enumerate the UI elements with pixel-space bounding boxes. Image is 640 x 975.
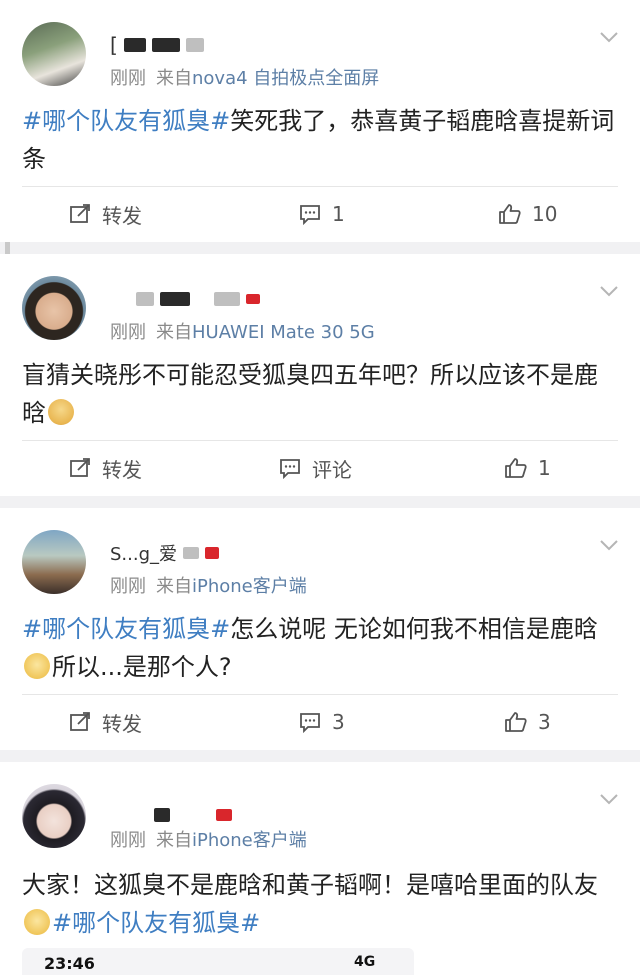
repost-label: 转发	[102, 457, 142, 482]
post-card: 刚刚 来自iPhone客户端 大家！这狐臭不是鹿晗和黄子韬啊！是嘻哈里面的队友 #哪…	[0, 762, 640, 975]
thumbs-up-icon	[499, 204, 521, 224]
repost-button[interactable]: 转发	[68, 440, 142, 496]
comment-count: 3	[332, 710, 345, 734]
post-card: S...g_爱 刚刚 来自iPhone客户端 #哪个队友有狐臭#怎么说呢 无论如何…	[0, 508, 640, 750]
post-text: #哪个队友有狐臭#怎么说呢 无论如何我不相信是鹿晗 所以...是那个人?	[22, 610, 616, 686]
like-button[interactable]: 10	[498, 186, 557, 242]
topic-link[interactable]: #哪个队友有狐臭#	[22, 107, 230, 135]
post-time: 刚刚	[110, 576, 146, 597]
like-button[interactable]: 3	[504, 694, 551, 750]
post-text: 大家！这狐臭不是鹿晗和黄子韬啊！是嘻哈里面的队友 #哪个队友有狐臭#	[22, 866, 616, 942]
thumbs-up-icon	[505, 712, 527, 732]
status-time: 23:46	[44, 954, 95, 973]
user-avatar[interactable]	[22, 784, 86, 848]
username-redacted[interactable]	[110, 288, 260, 310]
post-body: 盲猜关晓彤不可能忍受狐臭四五年吧？所以应该不是鹿晗	[22, 361, 598, 427]
username-partial[interactable]: S...g_爱	[110, 542, 220, 565]
comment-icon	[300, 713, 320, 734]
source-prefix: 来自	[156, 68, 192, 89]
comment-icon	[280, 459, 300, 480]
repost-button[interactable]: 转发	[68, 694, 142, 750]
topic-link[interactable]: #哪个队友有狐臭#	[22, 615, 230, 643]
status-network: 4G	[354, 954, 376, 970]
action-bar: 转发 3 3	[0, 694, 640, 750]
comment-label: 评论	[312, 457, 352, 482]
like-count: 3	[538, 710, 551, 734]
post-card: [ 刚刚 来自nova4 自拍极点全面屏 #哪个队友有狐臭#笑死我了，恭喜黄子韬鹿…	[0, 0, 640, 242]
source-device[interactable]: iPhone客户端	[192, 576, 307, 597]
thumbs-up-icon	[505, 458, 527, 478]
repost-icon	[70, 458, 90, 477]
source-prefix: 来自	[156, 830, 192, 851]
source-prefix: 来自	[156, 576, 192, 597]
topic-link[interactable]: #哪个队友有狐臭#	[52, 909, 260, 937]
chevron-down-icon[interactable]	[598, 280, 620, 302]
source-device[interactable]: nova4 自拍极点全面屏	[192, 68, 379, 89]
post-body: 怎么说呢 无论如何我不相信是鹿晗	[230, 615, 598, 643]
repost-icon	[70, 204, 90, 223]
repost-label: 转发	[102, 203, 142, 228]
post-time: 刚刚	[110, 830, 146, 851]
action-bar: 转发 评论 1	[0, 440, 640, 496]
embedded-phone-screenshot: 23:46 4G	[22, 948, 414, 975]
comment-button[interactable]: 1	[298, 186, 345, 242]
user-avatar[interactable]	[22, 22, 86, 86]
repost-icon	[70, 712, 90, 731]
chevron-down-icon[interactable]	[598, 788, 620, 810]
username-redacted[interactable]	[110, 804, 232, 826]
comment-button[interactable]: 评论	[278, 440, 352, 496]
source-device[interactable]: iPhone客户端	[192, 830, 307, 851]
doge-emoji	[48, 399, 74, 425]
thinking-emoji	[24, 909, 50, 935]
repost-label: 转发	[102, 711, 142, 736]
source-device[interactable]: HUAWEI Mate 30 5G	[192, 322, 375, 343]
chevron-down-icon[interactable]	[598, 534, 620, 556]
comment-count: 1	[332, 202, 345, 226]
post-meta: 刚刚 来自iPhone客户端	[110, 572, 307, 598]
username-redacted[interactable]: [	[110, 33, 204, 57]
like-button[interactable]: 1	[504, 440, 551, 496]
post-text: 盲猜关晓彤不可能忍受狐臭四五年吧？所以应该不是鹿晗	[22, 356, 616, 432]
comment-icon	[300, 205, 320, 226]
post-time: 刚刚	[110, 322, 146, 343]
user-avatar[interactable]	[22, 276, 86, 340]
post-text: #哪个队友有狐臭#笑死我了，恭喜黄子韬鹿晗喜提新词条	[22, 102, 616, 178]
source-prefix: 来自	[156, 322, 192, 343]
repost-button[interactable]: 转发	[68, 186, 142, 242]
post-meta: 刚刚 来自HUAWEI Mate 30 5G	[110, 318, 375, 344]
post-meta: 刚刚 来自nova4 自拍极点全面屏	[110, 64, 379, 90]
post-body-continued: 所以...是那个人?	[52, 653, 232, 681]
speechless-emoji	[24, 653, 50, 679]
comment-button[interactable]: 3	[298, 694, 345, 750]
action-bar: 转发 1 10	[0, 186, 640, 242]
post-time: 刚刚	[110, 68, 146, 89]
like-count: 1	[538, 456, 551, 480]
post-meta: 刚刚 来自iPhone客户端	[110, 826, 307, 852]
user-avatar[interactable]	[22, 530, 86, 594]
like-count: 10	[532, 202, 558, 226]
chevron-down-icon[interactable]	[598, 26, 620, 48]
post-card: 刚刚 来自HUAWEI Mate 30 5G 盲猜关晓彤不可能忍受狐臭四五年吧？所…	[0, 254, 640, 496]
post-body: 大家！这狐臭不是鹿晗和黄子韬啊！是嘻哈里面的队友	[22, 871, 598, 899]
